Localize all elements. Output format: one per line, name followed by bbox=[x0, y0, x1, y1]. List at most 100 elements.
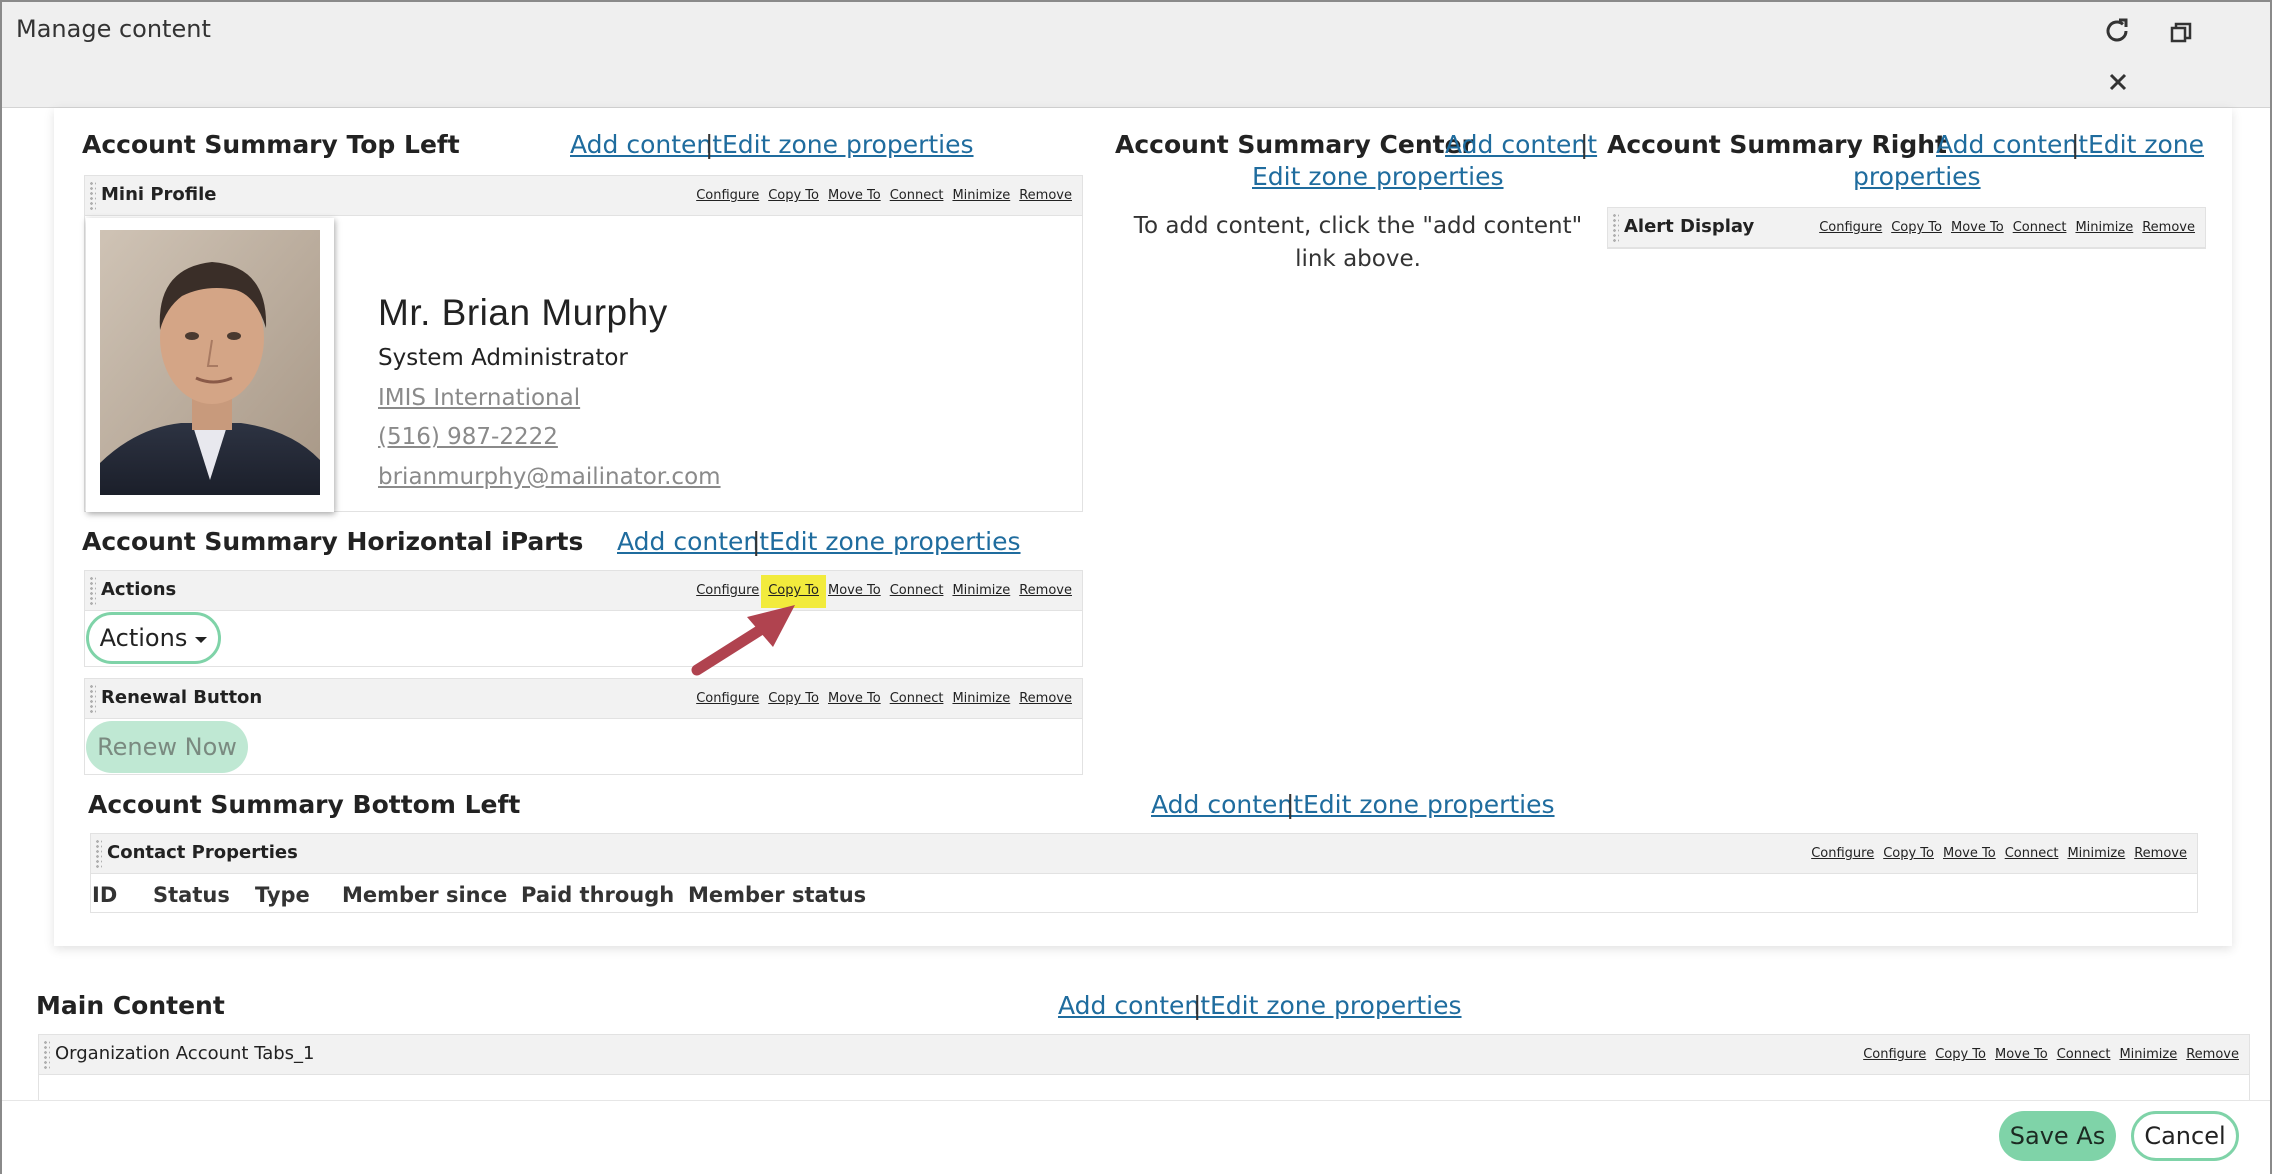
link-separator: | bbox=[2071, 130, 2080, 159]
configure-link[interactable]: Configure bbox=[1819, 220, 1882, 235]
edit-zone-properties-link[interactable]: Edit zone properties bbox=[1210, 991, 1462, 1020]
configure-link[interactable]: Configure bbox=[696, 188, 759, 203]
dialog-footer bbox=[2, 1100, 2270, 1174]
ipart-title: Organization Account Tabs_1 bbox=[55, 1043, 315, 1064]
profile-name: Mr. Brian Murphy bbox=[378, 292, 668, 333]
column-header-paid-through: Paid through bbox=[521, 883, 675, 907]
minimize-link[interactable]: Minimize bbox=[2119, 1047, 2177, 1062]
move-to-link[interactable]: Move To bbox=[828, 188, 881, 203]
add-content-link[interactable]: Add content bbox=[1445, 130, 1597, 159]
configure-link[interactable]: Configure bbox=[696, 583, 759, 598]
close-icon[interactable] bbox=[2098, 62, 2138, 102]
add-content-link[interactable]: Add content bbox=[570, 130, 722, 159]
zone-properties-link[interactable]: properties bbox=[1853, 162, 1981, 191]
restore-window-icon[interactable] bbox=[2161, 13, 2201, 53]
save-as-button[interactable]: Save As bbox=[1999, 1111, 2116, 1161]
copy-to-link[interactable]: Copy To bbox=[768, 188, 819, 203]
refresh-icon[interactable] bbox=[2097, 11, 2137, 51]
move-to-link[interactable]: Move To bbox=[828, 691, 881, 706]
ipart-actions: Configure Copy To Move To Connect Minimi… bbox=[1811, 846, 2187, 861]
connect-link[interactable]: Connect bbox=[890, 691, 944, 706]
add-content-link[interactable]: Add content bbox=[617, 527, 769, 556]
remove-link[interactable]: Remove bbox=[1019, 188, 1072, 203]
connect-link[interactable]: Connect bbox=[890, 188, 944, 203]
move-to-link[interactable]: Move To bbox=[828, 583, 881, 598]
edit-zone-link[interactable]: Edit zone bbox=[2088, 130, 2204, 159]
empty-zone-message: To add content, click the "add content" … bbox=[1133, 213, 1583, 272]
window-titlebar: Manage content bbox=[2, 2, 2270, 108]
edit-zone-properties-link[interactable]: Edit zone properties bbox=[722, 130, 974, 159]
connect-link[interactable]: Connect bbox=[2013, 220, 2067, 235]
remove-link[interactable]: Remove bbox=[2186, 1047, 2239, 1062]
ipart-actions: Configure Copy To Move To Connect Minimi… bbox=[1863, 1047, 2239, 1062]
ipart-actions: Configure Copy To Move To Connect Minimi… bbox=[696, 575, 1072, 608]
connect-link[interactable]: Connect bbox=[890, 583, 944, 598]
renew-now-button[interactable]: Renew Now bbox=[86, 721, 248, 773]
remove-link[interactable]: Remove bbox=[1019, 691, 1072, 706]
remove-link[interactable]: Remove bbox=[1019, 583, 1072, 598]
column-header-member-status: Member status bbox=[688, 883, 867, 907]
ipart-actions: Configure Copy To Move To Connect Minimi… bbox=[696, 691, 1072, 706]
move-to-link[interactable]: Move To bbox=[1995, 1047, 2048, 1062]
ipart-actions: Configure Copy To Move To Connect Minimi… bbox=[696, 188, 1072, 203]
ipart-header: Alert Display Configure Copy To Move To … bbox=[1608, 208, 2205, 248]
remove-link[interactable]: Remove bbox=[2142, 220, 2195, 235]
link-separator: | bbox=[705, 130, 714, 159]
move-to-link[interactable]: Move To bbox=[1951, 220, 2004, 235]
minimize-link[interactable]: Minimize bbox=[952, 188, 1010, 203]
minimize-link[interactable]: Minimize bbox=[952, 583, 1010, 598]
configure-link[interactable]: Configure bbox=[1811, 846, 1874, 861]
column-header-id: ID bbox=[92, 883, 118, 907]
drag-handle[interactable] bbox=[95, 839, 102, 869]
profile-email-link[interactable]: brianmurphy@mailinator.com bbox=[378, 464, 721, 490]
cancel-button[interactable]: Cancel bbox=[2131, 1111, 2239, 1161]
copy-to-link[interactable]: Copy To bbox=[1883, 846, 1934, 861]
profile-company-link[interactable]: IMIS International bbox=[378, 385, 580, 411]
move-to-link[interactable]: Move To bbox=[1943, 846, 1996, 861]
profile-role: System Administrator bbox=[378, 345, 628, 371]
ipart-header: Contact Properties Configure Copy To Mov… bbox=[91, 834, 2197, 874]
actions-dropdown-label: Actions bbox=[99, 624, 188, 652]
connect-link[interactable]: Connect bbox=[2057, 1047, 2111, 1062]
drag-handle[interactable] bbox=[43, 1040, 50, 1070]
ipart-actions-panel: Actions Configure Copy To Move To Connec… bbox=[84, 570, 1083, 667]
drag-handle[interactable] bbox=[89, 576, 96, 606]
drag-handle[interactable] bbox=[89, 684, 96, 714]
ipart-title: Contact Properties bbox=[107, 842, 298, 863]
add-content-link[interactable]: Add content bbox=[1151, 790, 1303, 819]
ipart-title: Renewal Button bbox=[101, 687, 263, 708]
edit-zone-properties-link[interactable]: Edit zone properties bbox=[1252, 162, 1504, 191]
edit-zone-properties-link[interactable]: Edit zone properties bbox=[769, 527, 1021, 556]
drag-handle[interactable] bbox=[89, 181, 96, 211]
minimize-link[interactable]: Minimize bbox=[952, 691, 1010, 706]
remove-link[interactable]: Remove bbox=[2134, 846, 2187, 861]
link-separator: | bbox=[1580, 130, 1589, 159]
ipart-title: Mini Profile bbox=[101, 184, 217, 205]
minimize-link[interactable]: Minimize bbox=[2067, 846, 2125, 861]
actions-dropdown-button[interactable]: Actions bbox=[86, 612, 221, 664]
configure-link[interactable]: Configure bbox=[696, 691, 759, 706]
configure-link[interactable]: Configure bbox=[1863, 1047, 1926, 1062]
zone-title-main: Main Content bbox=[36, 991, 225, 1020]
ipart-header: Organization Account Tabs_1 Configure Co… bbox=[39, 1035, 2249, 1075]
ipart-actions: Configure Copy To Move To Connect Minimi… bbox=[1819, 220, 2195, 235]
ipart-organization-account-tabs: Organization Account Tabs_1 Configure Co… bbox=[38, 1034, 2250, 1102]
add-content-link[interactable]: Add content bbox=[1058, 991, 1210, 1020]
profile-phone-link[interactable]: (516) 987-2222 bbox=[378, 424, 558, 450]
copy-to-link[interactable]: Copy To bbox=[768, 691, 819, 706]
connect-link[interactable]: Connect bbox=[2005, 846, 2059, 861]
copy-to-link[interactable]: Copy To bbox=[1891, 220, 1942, 235]
zone-title-horizontal: Account Summary Horizontal iParts bbox=[82, 527, 584, 556]
column-header-type: Type bbox=[255, 883, 310, 907]
ipart-title: Actions bbox=[101, 579, 177, 600]
ipart-title: Alert Display bbox=[1624, 216, 1755, 237]
edit-zone-properties-link[interactable]: Edit zone properties bbox=[1303, 790, 1555, 819]
add-content-link[interactable]: Add content bbox=[1936, 130, 2088, 159]
copy-to-link[interactable]: Copy To bbox=[1935, 1047, 1986, 1062]
link-separator: | bbox=[1193, 991, 1202, 1020]
link-separator: | bbox=[752, 527, 761, 556]
column-header-status: Status bbox=[153, 883, 230, 907]
drag-handle[interactable] bbox=[1612, 213, 1619, 243]
minimize-link[interactable]: Minimize bbox=[2075, 220, 2133, 235]
manage-content-window: Manage content Account Summary Top Left … bbox=[0, 0, 2272, 1174]
